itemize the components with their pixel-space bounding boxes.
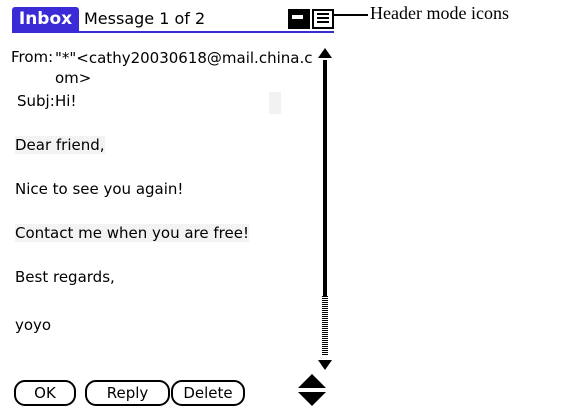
scroll-down-arrow-icon[interactable] (318, 360, 332, 370)
short-header-icon[interactable] (288, 9, 310, 29)
email-app-screen: Inbox Message 1 of 2 From: "*"<cathy2003… (4, 4, 334, 407)
callout-label: Header mode icons (370, 3, 509, 23)
from-label: From: (11, 48, 54, 66)
reply-button[interactable]: Reply (85, 380, 170, 406)
page-down-arrow-icon[interactable] (298, 392, 326, 406)
subject-shade (269, 92, 281, 114)
body-line: yoyo (15, 316, 52, 334)
full-header-icon[interactable] (312, 9, 334, 29)
inbox-tab[interactable]: Inbox (12, 7, 79, 31)
scrollbar[interactable] (316, 48, 336, 378)
header-divider (12, 31, 334, 33)
message-counter: Message 1 of 2 (84, 9, 206, 28)
delete-button[interactable]: Delete (171, 380, 245, 406)
scroll-thumb[interactable] (322, 296, 328, 356)
scroll-up-arrow-icon[interactable] (318, 48, 332, 58)
body-line: Nice to see you again! (15, 180, 184, 198)
page-up-arrow-icon[interactable] (298, 374, 326, 388)
body-line: Best regards, (15, 268, 115, 286)
ok-button[interactable]: OK (14, 380, 76, 406)
subject-value: Hi! (55, 92, 77, 110)
body-line: Contact me when you are free! (15, 224, 249, 242)
callout-pointer-line (333, 14, 368, 16)
header-mode-icons (288, 9, 334, 29)
from-value: "*"<cathy20030618@mail.china.com> (55, 49, 313, 87)
body-line: Dear friend, (15, 136, 105, 154)
subject-label: Subj: (17, 92, 55, 110)
